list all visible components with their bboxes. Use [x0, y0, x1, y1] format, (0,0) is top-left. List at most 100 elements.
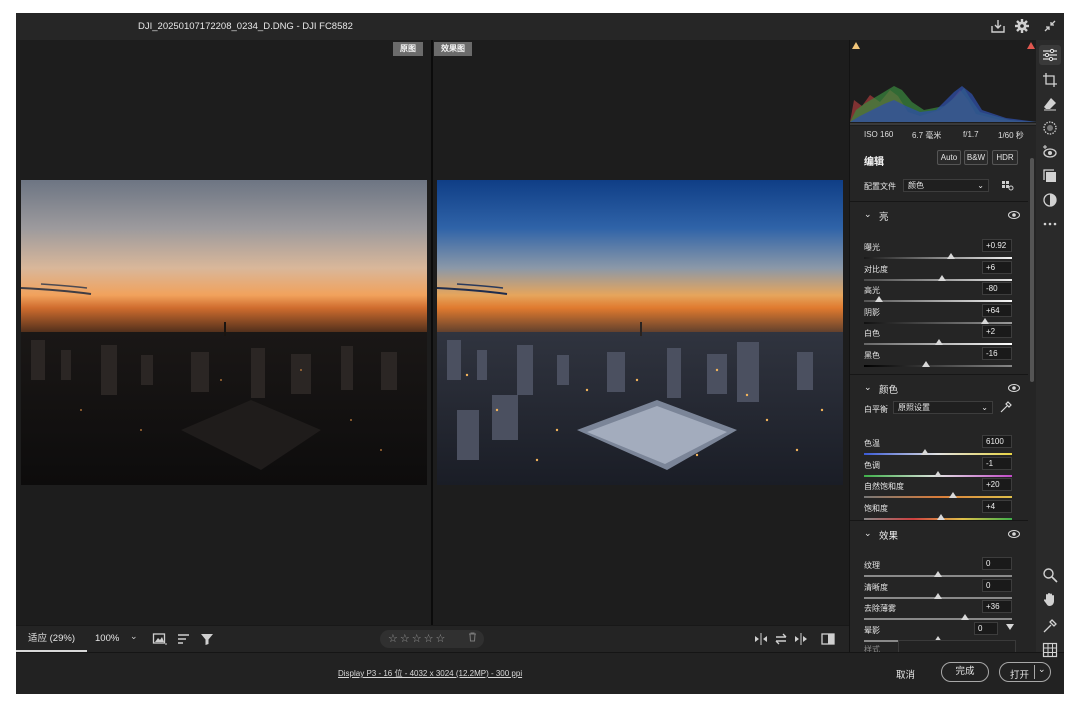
effects-section-header[interactable]: ⌄ 效果 — [850, 522, 1028, 546]
profile-browser-icon[interactable] — [1002, 180, 1014, 192]
zoom-tool-icon[interactable] — [1042, 567, 1058, 583]
slider-value-input[interactable]: 0 — [982, 557, 1012, 570]
eye-icon[interactable] — [1008, 383, 1020, 393]
swap-before-after-icon[interactable] — [753, 631, 769, 647]
slider-value-input[interactable]: +36 — [982, 600, 1012, 613]
toggle-settings-icon[interactable] — [793, 631, 809, 647]
wb-dropdown[interactable]: 原照设置 ⌄ — [893, 401, 993, 414]
bw-button[interactable]: B&W — [964, 150, 988, 165]
highlight-clipping-icon[interactable] — [1027, 42, 1035, 49]
section-divider — [850, 520, 1028, 521]
slider-track[interactable] — [864, 496, 1012, 498]
slider-value-input[interactable]: -80 — [982, 282, 1012, 295]
rating-stars[interactable]: ☆☆☆☆☆ — [380, 630, 484, 648]
panel-scrollbar[interactable] — [1030, 158, 1034, 382]
slider-thumb[interactable] — [934, 571, 942, 577]
slider-value-input[interactable]: -16 — [982, 346, 1012, 360]
slider-value-input[interactable]: +6 — [982, 260, 1012, 274]
after-photo — [437, 180, 843, 485]
slider-track[interactable] — [864, 453, 1012, 455]
before-label[interactable]: 原图 — [393, 42, 423, 56]
slider-value-input[interactable]: +20 — [982, 478, 1012, 491]
copy-settings-icon[interactable] — [773, 631, 789, 647]
open-button[interactable]: 打开 ⌄ — [999, 662, 1051, 682]
after-label[interactable]: 效果图 — [434, 42, 472, 56]
light-section-header[interactable]: ⌄ 亮 — [850, 203, 1028, 227]
grid-overlay-icon[interactable] — [1042, 642, 1058, 658]
save-icon[interactable] — [990, 18, 1006, 34]
hand-tool-icon[interactable] — [1042, 591, 1058, 607]
gear-icon[interactable] — [1014, 18, 1030, 34]
slider-value-input[interactable]: +64 — [982, 303, 1012, 317]
mask-tool-icon[interactable] — [1042, 120, 1058, 136]
chevron-down-icon[interactable]: ⌄ — [864, 209, 872, 220]
color-sampler-icon[interactable] — [1042, 618, 1058, 634]
slider-thumb[interactable] — [938, 274, 947, 281]
vignette-menu-icon[interactable] — [1006, 623, 1014, 630]
done-button[interactable]: 完成 — [941, 662, 989, 682]
slider-label: 晕影 — [864, 625, 880, 635]
chevron-down-icon[interactable]: ⌄ — [864, 528, 872, 539]
open-dropdown-icon[interactable]: ⌄ — [1038, 664, 1046, 675]
auto-button[interactable]: Auto — [937, 150, 961, 165]
cancel-button[interactable]: 取消 — [896, 667, 915, 681]
filter-icon[interactable] — [199, 631, 215, 647]
rating-value[interactable]: ☆☆☆☆☆ — [388, 633, 447, 645]
shadow-clipping-icon[interactable] — [852, 42, 860, 49]
edit-tool-icon[interactable] — [1039, 45, 1061, 65]
slider-thumb[interactable] — [935, 339, 944, 345]
slider-value-input[interactable]: -1 — [982, 456, 1012, 470]
chevron-down-icon[interactable]: ⌄ — [864, 382, 872, 393]
snapshots-tool-icon[interactable] — [1042, 192, 1058, 208]
sort-icon[interactable] — [176, 631, 192, 647]
more-icon[interactable] — [1042, 216, 1058, 232]
slider-thumb[interactable] — [922, 360, 931, 367]
edit-title: 编辑 — [864, 157, 884, 168]
view-mode-icon[interactable] — [820, 631, 836, 647]
compare-divider[interactable] — [431, 40, 433, 625]
presets-tool-icon[interactable] — [1042, 168, 1058, 184]
slider-thumb[interactable] — [981, 317, 990, 324]
collapse-icon[interactable] — [1042, 18, 1058, 34]
slider-thumb[interactable] — [920, 449, 929, 455]
slider-thumb[interactable] — [934, 592, 942, 599]
zoom-fit-button[interactable]: 适应 (29%) — [16, 626, 87, 652]
slider-value-input[interactable]: +4 — [982, 499, 1012, 513]
slider-thumb[interactable] — [934, 470, 942, 477]
profile-dropdown[interactable]: 颜色 ⌄ — [903, 179, 989, 192]
trash-icon[interactable] — [468, 630, 477, 648]
zoom-100-button[interactable]: 100% — [95, 626, 119, 652]
tool-strip — [1036, 40, 1064, 658]
image-toggle-icon[interactable] — [152, 631, 168, 647]
eyedropper-icon[interactable] — [1000, 401, 1012, 413]
color-section-header[interactable]: ⌄ 颜色 — [850, 376, 1028, 400]
slider-value-input[interactable]: +2 — [982, 325, 1012, 338]
zoom-chevron-icon[interactable]: ⌄ — [130, 631, 138, 642]
slider-value-input[interactable]: +0.92 — [982, 239, 1012, 252]
chevron-down-icon: ⌄ — [981, 403, 988, 412]
slider-value-input[interactable]: 0 — [974, 621, 998, 635]
hdr-button[interactable]: HDR — [992, 150, 1018, 165]
slider-track[interactable] — [864, 364, 1012, 367]
exif-focal: 6.7 毫米 — [912, 131, 942, 140]
slider-track[interactable] — [864, 300, 1012, 302]
eraser-tool-icon[interactable] — [1042, 96, 1058, 112]
slider-thumb[interactable] — [947, 253, 956, 259]
slider-thumb[interactable] — [936, 513, 945, 520]
redeye-tool-icon[interactable] — [1042, 144, 1058, 160]
crop-tool-icon[interactable] — [1042, 72, 1058, 88]
title-bar: DJI_20250107172208_0234_D.DNG - DJI FC85… — [16, 13, 1064, 40]
slider-thumb[interactable] — [874, 296, 883, 302]
slider-light-5[interactable]: 黑色 -16 — [864, 346, 1014, 371]
vignette-style-dropdown[interactable] — [898, 640, 1016, 652]
slider-track[interactable] — [864, 321, 1012, 324]
workflow-options-link[interactable]: Display P3 - 16 位 - 4032 x 3024 (12.2MP)… — [338, 668, 522, 679]
eye-icon[interactable] — [1008, 529, 1020, 539]
slider-track[interactable] — [864, 618, 1012, 620]
eye-icon[interactable] — [1008, 210, 1020, 220]
slider-thumb[interactable] — [948, 492, 957, 498]
slider-thumb[interactable] — [960, 614, 969, 620]
slider-value-input[interactable]: 6100 — [982, 435, 1012, 448]
slider-value-input[interactable]: 0 — [982, 578, 1012, 592]
slider-track[interactable] — [864, 257, 1012, 259]
